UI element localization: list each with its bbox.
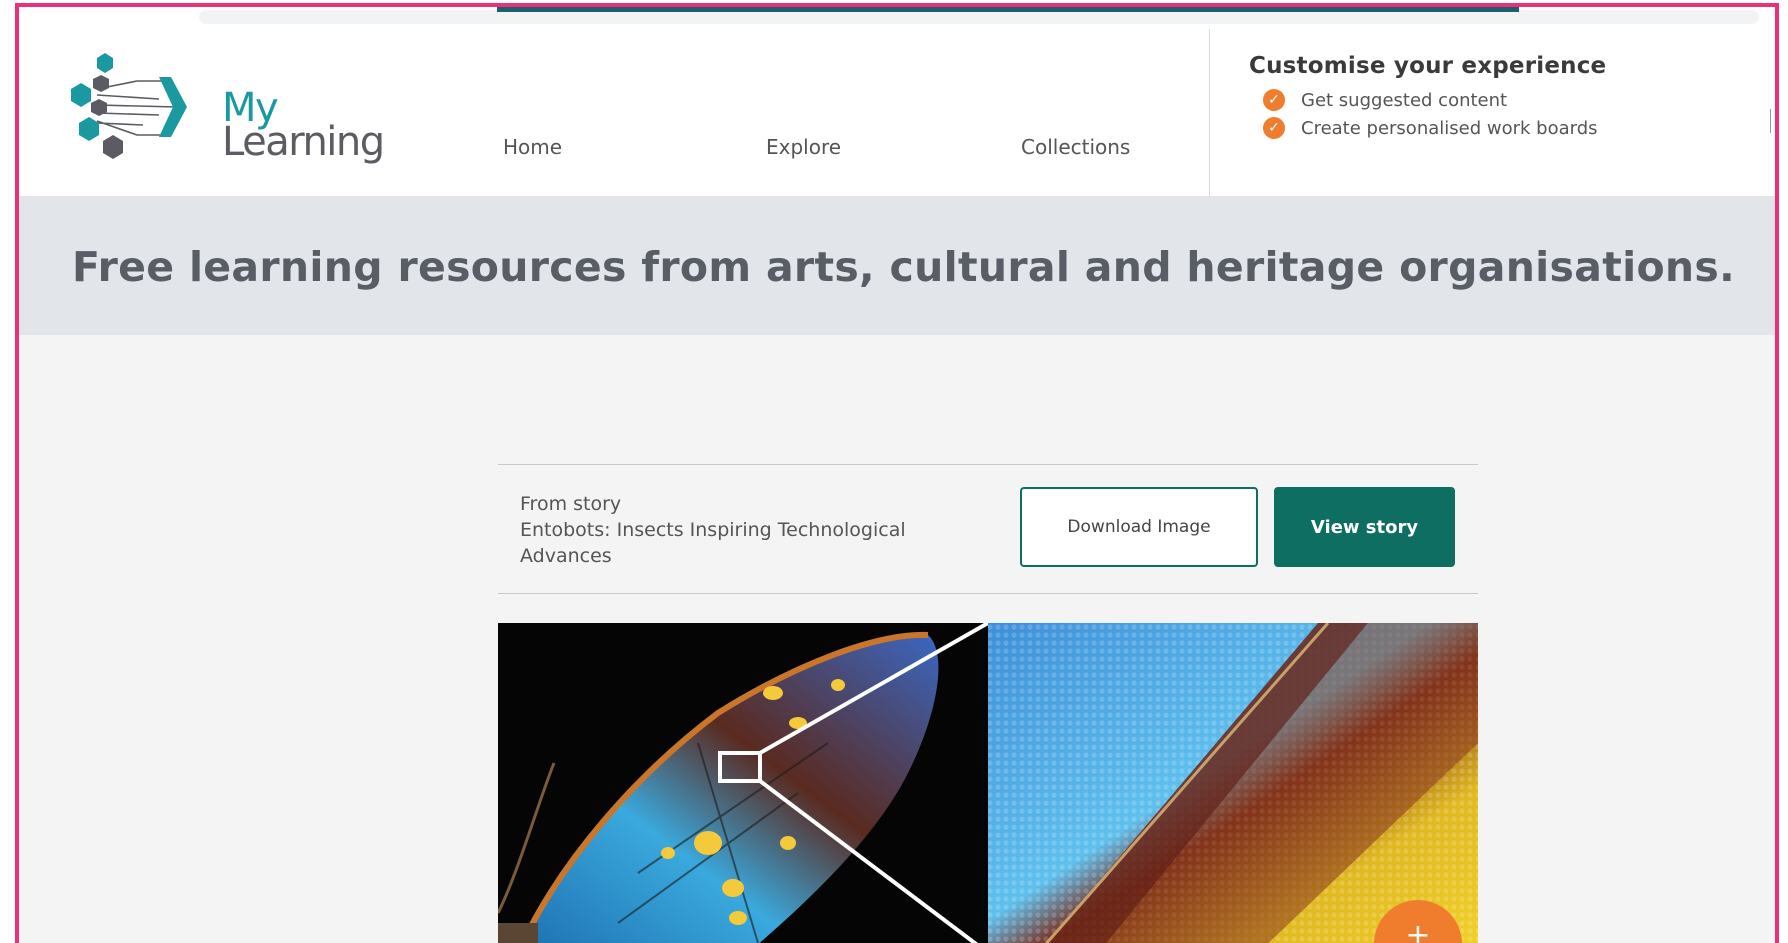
logo-text: My Learning [222, 88, 385, 165]
logo-hexagons-icon [71, 53, 187, 159]
address-bar [199, 10, 1759, 24]
site-header: My Learning Home Explore Collections Cus… [19, 29, 1775, 197]
customise-item: ✓ Get suggested content [1263, 89, 1606, 111]
check-icon: ✓ [1263, 117, 1285, 139]
butterfly-wing-image [498, 623, 1478, 943]
check-icon: ✓ [1263, 89, 1285, 111]
nav-explore[interactable]: Explore [766, 135, 841, 159]
nav-home[interactable]: Home [503, 135, 562, 159]
customise-panel: Customise your experience ✓ Get suggeste… [1249, 53, 1606, 139]
main-content: From story Entobots: Insects Inspiring T… [19, 335, 1775, 943]
browser-strip [19, 7, 1775, 29]
banner-heading: Free learning resources from arts, cultu… [71, 243, 1735, 291]
view-story-button[interactable]: View story [1274, 487, 1455, 567]
story-bar: From story Entobots: Insects Inspiring T… [498, 464, 1478, 594]
download-image-button[interactable]: Download Image [1020, 487, 1258, 567]
hero-banner: Free learning resources from arts, cultu… [19, 197, 1775, 335]
page-frame: My Learning Home Explore Collections Cus… [15, 3, 1779, 943]
header-divider [1209, 29, 1210, 196]
customise-item: ✓ Create personalised work boards [1263, 117, 1606, 139]
mylearning-logo[interactable]: My Learning [59, 51, 385, 166]
customise-item-label: Create personalised work boards [1301, 117, 1598, 139]
butterfly-wing-illustration [498, 623, 1478, 943]
customise-title: Customise your experience [1249, 53, 1607, 79]
nav-collections[interactable]: Collections [1021, 135, 1130, 159]
edge-marker [1770, 109, 1773, 133]
top-accent-bar [497, 7, 1519, 12]
customise-item-label: Get suggested content [1301, 89, 1508, 111]
story-label: From story [520, 493, 622, 515]
story-title[interactable]: Entobots: Insects Inspiring Technologica… [520, 517, 950, 569]
logo-line2: Learning [222, 119, 385, 165]
